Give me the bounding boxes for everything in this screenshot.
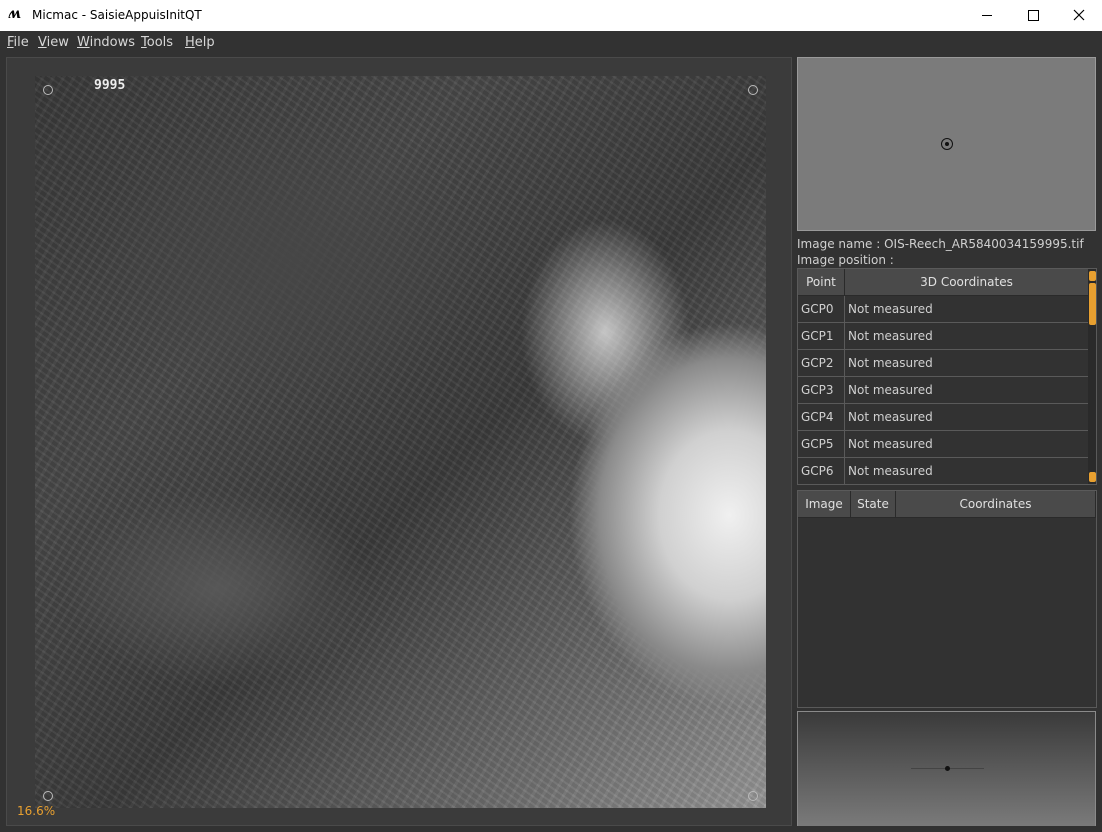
point-cell: GCP4 bbox=[798, 404, 845, 431]
coordinates-cell: Not measured bbox=[845, 377, 1089, 404]
coordinates-cell: Not measured bbox=[845, 323, 1089, 350]
point-cell: GCP6 bbox=[798, 458, 845, 484]
point-cell: GCP3 bbox=[798, 377, 845, 404]
column-header-3d-coordinates[interactable]: 3D Coordinates bbox=[845, 269, 1089, 296]
point-cell: GCP0 bbox=[798, 296, 845, 323]
aerial-photo[interactable]: 9995 bbox=[35, 76, 766, 808]
preview-point-icon bbox=[945, 766, 950, 771]
table-row[interactable]: GCP2 Not measured bbox=[798, 350, 1089, 377]
app-logo-icon: ʍ bbox=[8, 6, 21, 22]
table-row[interactable]: GCP1 Not measured bbox=[798, 323, 1089, 350]
coordinates-cell: Not measured bbox=[845, 458, 1089, 484]
point-cell: GCP1 bbox=[798, 323, 845, 350]
point-cell: GCP5 bbox=[798, 431, 845, 458]
table-row[interactable]: GCP0 Not measured bbox=[798, 296, 1089, 323]
vertical-scrollbar[interactable] bbox=[1088, 269, 1096, 484]
status-bar bbox=[0, 826, 1102, 832]
title-bar: ʍ Micmac - SaisieAppuisInitQT bbox=[0, 0, 1102, 31]
table-row[interactable]: GCP3 Not measured bbox=[798, 377, 1089, 404]
point-cell: GCP2 bbox=[798, 350, 845, 377]
window-title: Micmac - SaisieAppuisInitQT bbox=[32, 8, 202, 22]
menu-windows[interactable]: Windows bbox=[77, 35, 135, 50]
image-measures-table[interactable]: Image State Coordinates bbox=[797, 490, 1097, 708]
maximize-icon[interactable] bbox=[1010, 0, 1056, 31]
menu-file[interactable]: File bbox=[7, 35, 29, 50]
photo-number-label: 9995 bbox=[94, 78, 126, 93]
column-header-point[interactable]: Point bbox=[798, 269, 845, 296]
menu-bar: File View Windows Tools Help bbox=[0, 31, 1102, 55]
table-row[interactable]: GCP5 Not measured bbox=[798, 431, 1089, 458]
minimize-icon[interactable] bbox=[964, 0, 1010, 31]
table-row[interactable]: GCP6 Not measured bbox=[798, 458, 1089, 484]
column-header-state[interactable]: State bbox=[851, 491, 896, 518]
scroll-thumb[interactable] bbox=[1089, 283, 1096, 325]
image-name-label: Image name : OIS-Reech_AR5840034159995.t… bbox=[797, 237, 1084, 251]
scroll-up-icon[interactable] bbox=[1089, 271, 1096, 281]
menu-view[interactable]: View bbox=[38, 35, 69, 50]
close-icon[interactable] bbox=[1056, 0, 1102, 31]
menu-help[interactable]: Help bbox=[185, 35, 215, 50]
zoom-preview-panel[interactable] bbox=[797, 711, 1096, 827]
coordinates-cell: Not measured bbox=[845, 296, 1089, 323]
fiducial-mark-icon bbox=[748, 85, 758, 95]
overview-panel[interactable] bbox=[797, 57, 1096, 231]
target-icon bbox=[941, 138, 953, 150]
table-row[interactable]: GCP4 Not measured bbox=[798, 404, 1089, 431]
zoom-level: 16.6% bbox=[17, 804, 56, 818]
coordinates-cell: Not measured bbox=[845, 431, 1089, 458]
column-header-coordinates[interactable]: Coordinates bbox=[896, 491, 1096, 518]
coordinates-cell: Not measured bbox=[845, 404, 1089, 431]
image-viewer[interactable]: 9995 16.6% bbox=[6, 57, 792, 826]
column-header-image[interactable]: Image bbox=[798, 491, 851, 518]
menu-tools[interactable]: Tools bbox=[141, 35, 173, 50]
fiducial-mark-icon bbox=[43, 791, 53, 801]
points-table[interactable]: Point 3D Coordinates GCP0 Not measured G… bbox=[797, 268, 1097, 485]
scroll-down-icon[interactable] bbox=[1089, 472, 1096, 482]
coordinates-cell: Not measured bbox=[845, 350, 1089, 377]
fiducial-mark-icon bbox=[43, 85, 53, 95]
fiducial-mark-icon bbox=[748, 791, 758, 801]
image-position-label: Image position : bbox=[797, 253, 894, 267]
